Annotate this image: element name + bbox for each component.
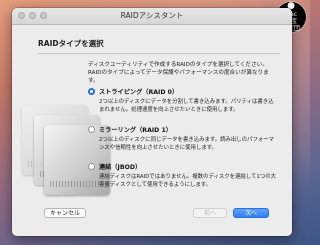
raid-assistant-window: RAIDアシスタント RAIDタイプを選択 ディスクユーティリティで作成するRA…: [12, 8, 292, 236]
assistant-content: RAIDタイプを選択 ディスクユーティリティで作成するRAIDのタイプを選択して…: [12, 25, 292, 236]
radio-button[interactable]: [88, 126, 95, 133]
option-label: ストライピング（RAID 0）: [99, 89, 179, 96]
option-label: ミラーリング（RAID 1）: [99, 127, 172, 134]
next-button[interactable]: 次へ: [233, 208, 269, 218]
option-concatenated[interactable]: 連結（JBOD） 連結ディスクはRAIDではありません。複数のディスクを連結して…: [88, 162, 278, 189]
back-button[interactable]: 前へ: [193, 208, 227, 218]
page-description: ディスクユーティリティで作成するRAIDのタイプを選択してください。RAIDのタ…: [88, 62, 269, 84]
option-description: 連結ディスクはRAIDではありません。複数のディスクを連結して1つの大容量ディス…: [99, 174, 277, 188]
option-description: 2つ以上のディスクにデータを分割して書き込みます。パリティは書き込まれません。処…: [99, 99, 274, 113]
radio-button-selected[interactable]: [88, 88, 95, 95]
window-titlebar[interactable]: RAIDアシスタント: [12, 8, 292, 25]
page-heading: RAIDタイプを選択: [38, 39, 104, 48]
option-mirroring[interactable]: ミラーリング（RAID 1） 2つ以上のディスクに同じデータを書き込みます。読み…: [88, 125, 278, 152]
radio-button[interactable]: [88, 163, 95, 170]
heading-divider: [38, 53, 280, 54]
option-description: 2つ以上のディスクに同じデータを書き込みます。読み出しのパフォーマンスや信頼性を…: [99, 137, 275, 151]
cancel-button[interactable]: キャンセル: [44, 208, 86, 218]
window-title: RAIDアシスタント: [120, 11, 184, 20]
option-striping[interactable]: ストライピング（RAID 0） 2つ以上のディスクにデータを分割して書き込みます…: [88, 87, 278, 114]
option-label: 連結（JBOD）: [99, 164, 142, 171]
